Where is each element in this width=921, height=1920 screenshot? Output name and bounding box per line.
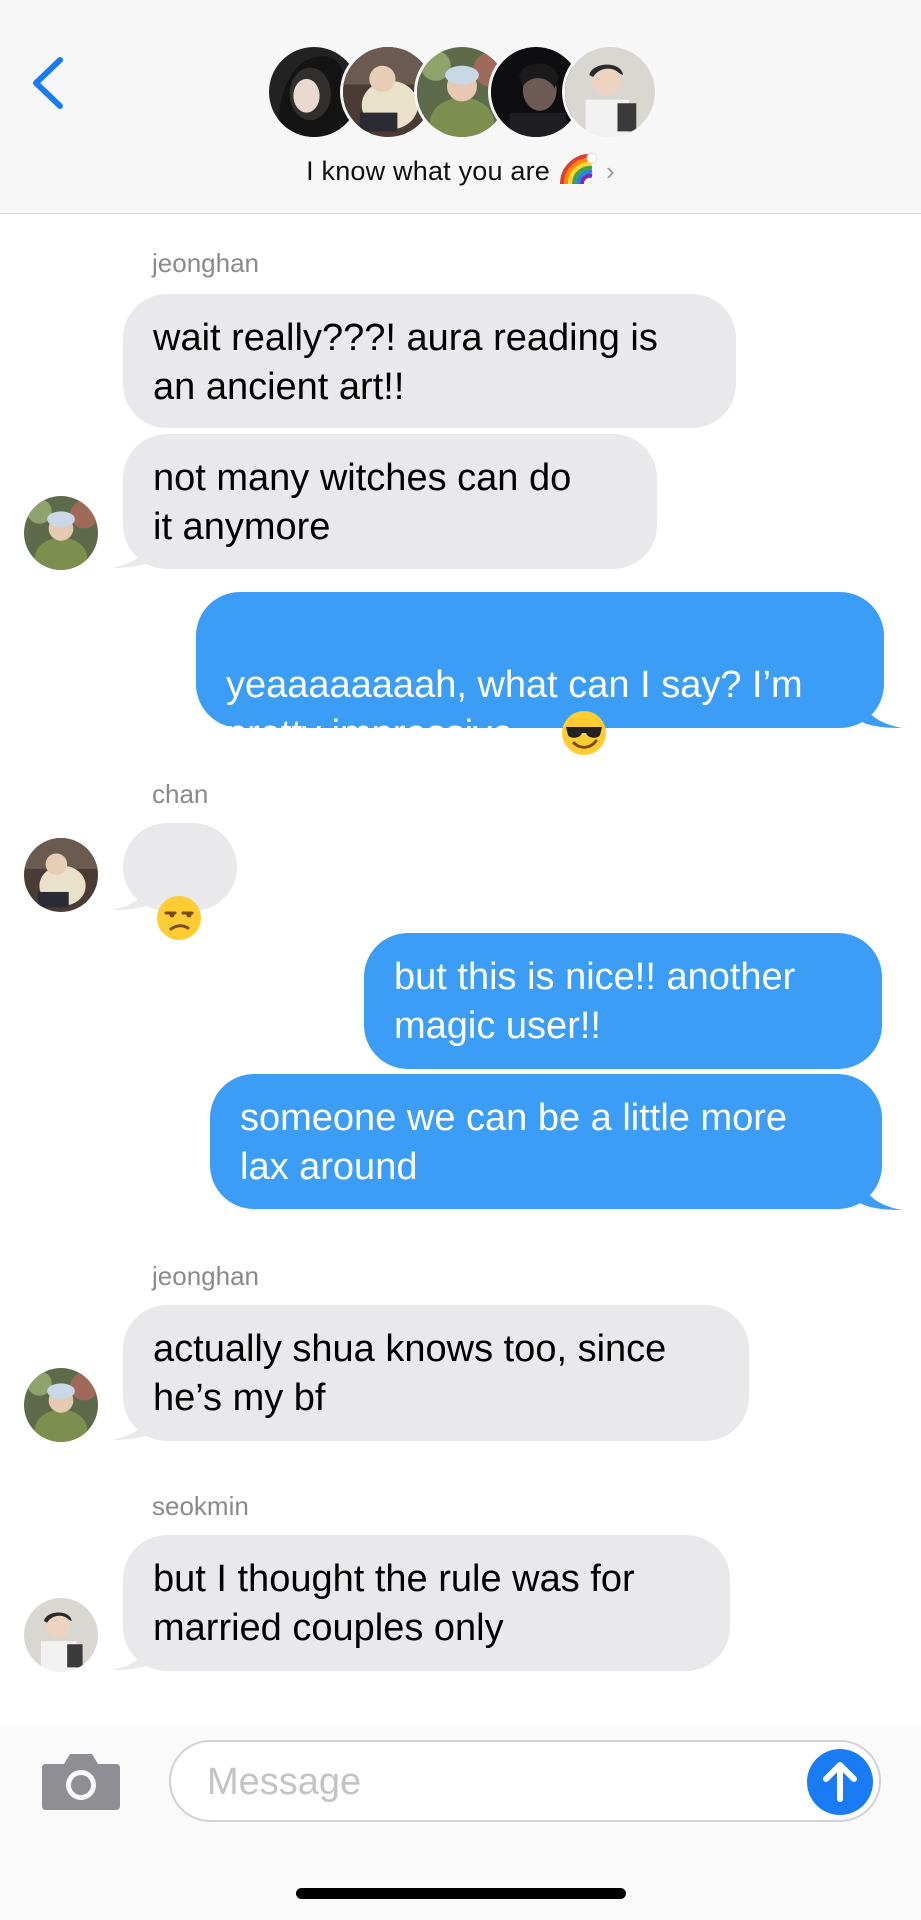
jeonghan-avatar[interactable] (24, 496, 98, 570)
chevron-right-icon: › (606, 156, 615, 186)
group-avatars[interactable] (266, 44, 658, 140)
bubble-tail (112, 1630, 154, 1670)
sender-name: jeonghan (152, 1261, 259, 1291)
outgoing-message-bubble[interactable]: but this is nice!! another magic user!! (364, 933, 882, 1069)
bubble-tail (112, 1400, 154, 1440)
message-input[interactable] (205, 1756, 769, 1808)
bubble-tail (112, 528, 154, 568)
bubble-tail (858, 686, 902, 728)
arrow-up-icon (823, 1762, 857, 1802)
chevron-left-icon (33, 57, 63, 109)
bubble-tail (112, 870, 154, 910)
sender-name: jeonghan (152, 248, 259, 278)
camera-button[interactable] (40, 1748, 122, 1812)
member-5-avatar (562, 44, 658, 140)
message-input-container[interactable] (169, 1740, 881, 1822)
message-text: yeaaaaaaaah, what can I say? I’m pretty … (226, 664, 803, 755)
back-button[interactable] (28, 54, 68, 112)
seokmin-avatar[interactable] (24, 1598, 98, 1672)
group-name-row[interactable]: I know what you are › (0, 150, 921, 193)
home-indicator[interactable] (296, 1888, 626, 1899)
rainbow-icon (558, 150, 598, 193)
smiling-face-with-sunglasses-icon (560, 660, 608, 770)
outgoing-message-bubble[interactable]: someone we can be a little more lax arou… (210, 1074, 882, 1209)
send-button[interactable] (807, 1749, 873, 1815)
unamused-face-icon (155, 845, 203, 955)
outgoing-message-bubble[interactable]: yeaaaaaaaah, what can I say? I’m pretty … (196, 592, 884, 755)
bubble-tail (858, 1168, 902, 1210)
jeonghan-avatar[interactable] (24, 1368, 98, 1442)
incoming-message-bubble[interactable]: actually shua knows too, since he’s my b… (123, 1305, 749, 1441)
camera-icon (42, 1754, 120, 1810)
sender-name: chan (152, 779, 209, 809)
incoming-message-bubble[interactable]: not many witches can do it anymore (123, 434, 657, 569)
conversation-header: I know what you are › (0, 0, 921, 214)
incoming-message-bubble[interactable]: wait really???! aura reading is an ancie… (123, 294, 736, 428)
incoming-message-bubble[interactable]: but I thought the rule was for married c… (123, 1535, 730, 1671)
group-name: I know what you are (306, 156, 551, 186)
chan-avatar[interactable] (24, 838, 98, 912)
sender-name: seokmin (152, 1491, 249, 1521)
